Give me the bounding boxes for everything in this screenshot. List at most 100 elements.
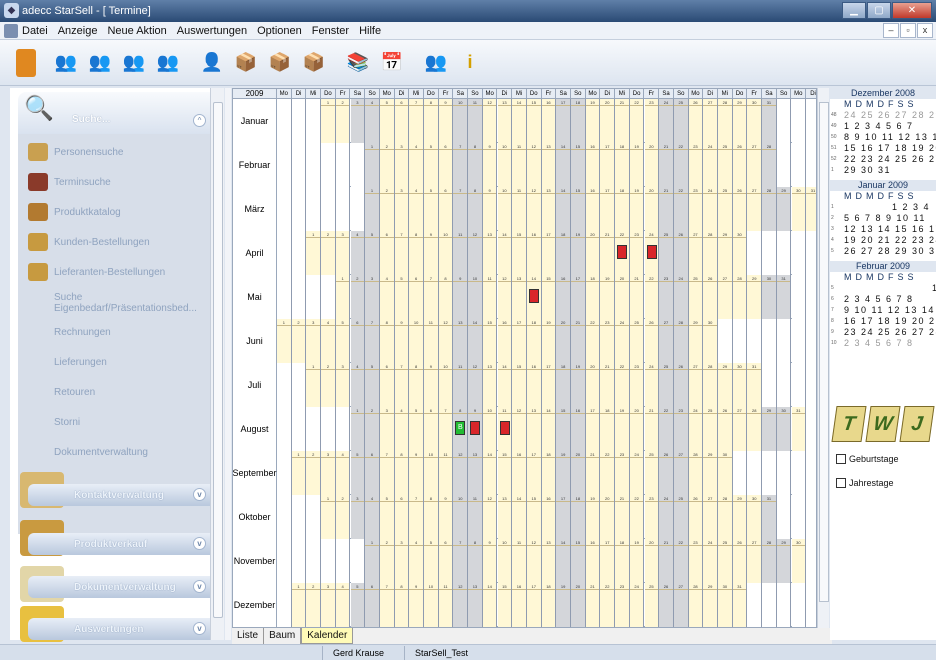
day-cell[interactable]: 8	[468, 539, 483, 583]
day-cell[interactable]: 20	[571, 583, 586, 627]
day-cell[interactable]: 15	[556, 407, 571, 451]
day-cell[interactable]: 27	[688, 363, 704, 407]
mdi-restore-button[interactable]: ▫	[900, 23, 916, 38]
day-cell[interactable]: 30	[718, 451, 733, 495]
menu-hilfe[interactable]: Hilfe	[359, 25, 381, 37]
day-cell[interactable]: 10	[453, 495, 469, 539]
day-cell[interactable]	[806, 143, 816, 187]
day-cell[interactable]	[776, 99, 792, 143]
day-cell[interactable]: 12	[453, 451, 469, 495]
day-cell[interactable]: 12	[526, 143, 542, 187]
calendar-icon[interactable]: 📅	[378, 49, 406, 77]
day-cell[interactable]: 8	[468, 143, 483, 187]
day-cell[interactable]: 13	[453, 319, 469, 363]
day-cell[interactable]	[335, 407, 351, 451]
day-cell[interactable]: 10	[424, 583, 439, 627]
day-cell[interactable]: 12	[468, 363, 483, 407]
day-cell[interactable]	[306, 275, 322, 319]
tab-baum[interactable]: Baum	[264, 628, 302, 644]
day-cell[interactable]: 24	[703, 187, 718, 231]
day-cell[interactable]: 14	[512, 495, 527, 539]
day-cell[interactable]: 13	[541, 187, 557, 231]
day-cell[interactable]: 10	[497, 187, 513, 231]
day-cell[interactable]: 21	[659, 539, 674, 583]
day-cell[interactable]: 18	[571, 99, 586, 143]
day-cell[interactable]: 29	[703, 451, 718, 495]
day-cell[interactable]: 27	[732, 407, 748, 451]
day-cell[interactable]: 19	[629, 539, 645, 583]
person-group-icon[interactable]: 👥	[154, 49, 182, 77]
day-cell[interactable]: 6	[438, 143, 454, 187]
day-cell[interactable]	[776, 143, 792, 187]
day-cell[interactable]: 10	[482, 407, 498, 451]
order-add-icon[interactable]: 📦	[266, 49, 294, 77]
day-cell[interactable]: 16	[541, 495, 557, 539]
day-cell[interactable]: 10	[409, 319, 424, 363]
day-cell[interactable]	[306, 99, 322, 143]
day-cell[interactable]: 21	[585, 451, 601, 495]
day-cell[interactable]	[791, 275, 807, 319]
day-cell[interactable]: 14	[556, 539, 571, 583]
day-cell[interactable]: 9	[482, 187, 498, 231]
day-cell[interactable]: 5	[350, 451, 366, 495]
day-cell[interactable]	[762, 231, 777, 275]
day-cell[interactable]: 3	[365, 275, 380, 319]
day-cell[interactable]	[776, 319, 792, 363]
day-cell[interactable]: 30	[747, 495, 763, 539]
day-cell[interactable]: 31	[762, 495, 777, 539]
day-cell[interactable]: 7	[379, 583, 395, 627]
person-add-icon[interactable]: 👥	[86, 49, 114, 77]
day-cell[interactable]: 6	[424, 407, 439, 451]
day-cell[interactable]: 27	[718, 275, 733, 319]
day-cell[interactable]: 3	[379, 407, 395, 451]
day-cell[interactable]: 15	[526, 99, 542, 143]
day-cell[interactable]: 28	[747, 407, 763, 451]
day-cell[interactable]: 24	[703, 539, 718, 583]
day-cell[interactable]	[277, 143, 292, 187]
day-cell[interactable]: 21	[615, 99, 630, 143]
day-cell[interactable]: 25	[703, 407, 718, 451]
geburtstage-check[interactable]: Geburtstage	[836, 454, 899, 464]
day-cell[interactable]: 2	[335, 495, 351, 539]
day-cell[interactable]: 21	[659, 143, 674, 187]
day-cell[interactable]: 16	[541, 99, 557, 143]
day-cell[interactable]	[806, 407, 816, 451]
day-cell[interactable]: 20	[600, 99, 616, 143]
catalog-icon[interactable]: 📚	[344, 49, 372, 77]
day-cell[interactable]: 29	[732, 99, 748, 143]
day-cell[interactable]: 7	[424, 275, 439, 319]
navigation-scrollbar[interactable]	[210, 88, 224, 640]
day-cell[interactable]: 12	[438, 319, 454, 363]
day-cell[interactable]: 3	[394, 187, 410, 231]
day-cell[interactable]: 9	[438, 495, 454, 539]
menu-auswertungen[interactable]: Auswertungen	[177, 25, 247, 37]
expand-icon[interactable]: v	[193, 622, 206, 635]
day-cell[interactable]	[277, 275, 292, 319]
day-cell[interactable]: 29	[732, 495, 748, 539]
day-cell[interactable]	[806, 231, 816, 275]
scrollbar-thumb[interactable]	[213, 102, 223, 618]
day-cell[interactable]: 7	[453, 143, 469, 187]
note-w-icon[interactable]: W	[865, 406, 901, 442]
day-cell[interactable]: 7	[453, 539, 469, 583]
day-cell[interactable]: 2	[379, 539, 395, 583]
day-cell[interactable]: 3	[321, 583, 336, 627]
day-cell[interactable]: 22	[673, 187, 689, 231]
day-cell[interactable]: 6	[365, 451, 380, 495]
day-cell[interactable]: 29	[776, 539, 792, 583]
day-cell[interactable]: 14	[556, 187, 571, 231]
day-cell[interactable]: 4	[335, 451, 351, 495]
day-cell[interactable]	[350, 143, 366, 187]
day-cell[interactable]	[806, 495, 816, 539]
day-cell[interactable]: 4	[321, 319, 336, 363]
day-cell[interactable]: 19	[629, 143, 645, 187]
info-icon[interactable]: i	[456, 49, 484, 77]
menu-optionen[interactable]: Optionen	[257, 25, 302, 37]
day-cell[interactable]: 2	[379, 187, 395, 231]
day-cell[interactable]	[277, 451, 292, 495]
day-cell[interactable]: 9	[409, 583, 424, 627]
day-cell[interactable]: 22	[629, 99, 645, 143]
day-cell[interactable]: 28	[732, 275, 748, 319]
day-cell[interactable]: 22	[629, 495, 645, 539]
day-cell[interactable]	[277, 583, 292, 627]
